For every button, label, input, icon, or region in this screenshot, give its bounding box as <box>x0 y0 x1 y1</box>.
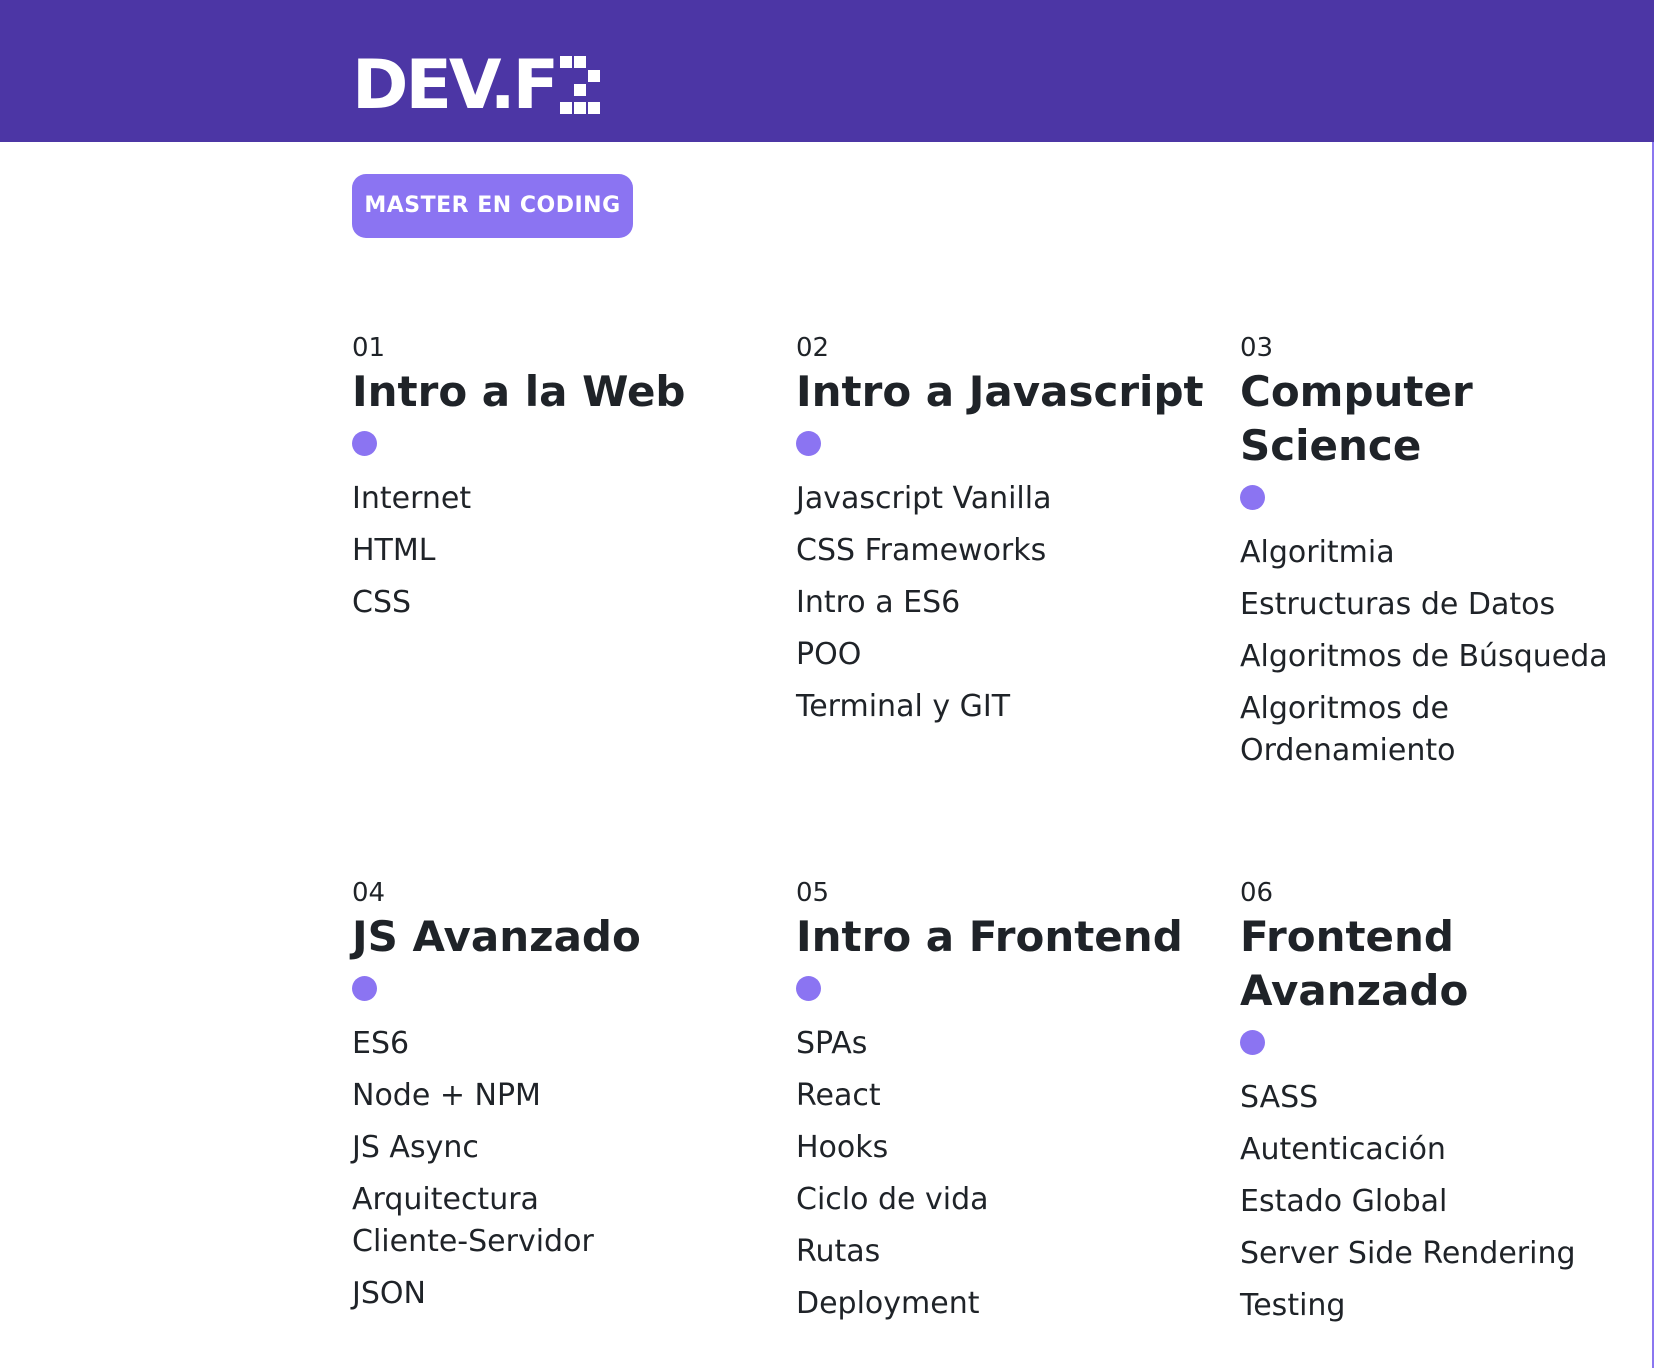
module-card-06: 06 Frontend Avanzado SASS Autenticación … <box>1240 878 1600 1337</box>
topic-item: JS Async <box>352 1130 479 1165</box>
topic-item: Algoritmos de Búsqueda <box>1240 639 1608 674</box>
module-number: 06 <box>1240 878 1274 908</box>
topic-item: Estructuras de Datos <box>1240 587 1556 622</box>
module-title: JS Avanzado <box>352 912 641 961</box>
module-card-04: 04 JS Avanzado ES6 Node + NPM JS Async A… <box>352 878 692 1325</box>
topic-item: SASS <box>1240 1080 1319 1115</box>
module-title: Computer Science <box>1240 367 1473 470</box>
bullet-dot-icon <box>1240 1030 1265 1055</box>
module-title: Intro a Javascript <box>796 367 1204 416</box>
topic-item: Node + NPM <box>352 1078 541 1113</box>
topic-item: CSS <box>352 585 412 620</box>
bullet-dot-icon <box>796 976 821 1001</box>
topic-item: Autenticación <box>1240 1132 1446 1167</box>
topic-item: Algoritmos de Ordenamiento <box>1240 691 1456 768</box>
module-card-03: 03 Computer Science Algoritmia Estructur… <box>1240 333 1640 782</box>
module-title: Intro a Frontend <box>796 912 1183 961</box>
module-title: Frontend Avanzado <box>1240 912 1469 1015</box>
topic-item: POO <box>796 637 862 672</box>
top-header: DEV.F <box>0 0 1654 142</box>
master-en-coding-badge[interactable]: MASTER EN CODING <box>352 174 633 238</box>
module-card-05: 05 Intro a Frontend SPAs React Hooks Cic… <box>796 878 1236 1335</box>
topic-item: Terminal y GIT <box>796 689 1011 724</box>
module-number: 02 <box>796 333 830 363</box>
topic-item: Javascript Vanilla <box>796 481 1052 516</box>
topic-item: Ciclo de vida <box>796 1182 989 1217</box>
topic-list: Internet HTML CSS <box>352 478 792 624</box>
topic-item: Arquitectura Cliente-Servidor <box>352 1182 594 1259</box>
topic-item: Internet <box>352 481 472 516</box>
topic-item: Server Side Rendering <box>1240 1236 1576 1271</box>
topic-list: ES6 Node + NPM JS Async Arquitectura Cli… <box>352 1023 692 1315</box>
topic-item: HTML <box>352 533 436 568</box>
logo-dots-icon <box>560 56 601 116</box>
topic-item: SPAs <box>796 1026 868 1061</box>
topic-list: SASS Autenticación Estado Global Server … <box>1240 1077 1600 1327</box>
topic-list: Javascript Vanilla CSS Frameworks Intro … <box>796 478 1236 728</box>
topic-item: Deployment <box>796 1286 980 1321</box>
topic-item: Intro a ES6 <box>796 585 961 620</box>
module-number: 01 <box>352 333 386 363</box>
topic-item: Algoritmia <box>1240 535 1395 570</box>
topic-item: React <box>796 1078 881 1113</box>
logo-text: DEV.F <box>352 46 559 125</box>
module-card-02: 02 Intro a Javascript Javascript Vanilla… <box>796 333 1236 738</box>
bullet-dot-icon <box>352 431 377 456</box>
topic-item: ES6 <box>352 1026 410 1061</box>
page: DEV.F MASTER EN CODING 01 Intro a la Web… <box>0 0 1654 1368</box>
topic-item: Testing <box>1240 1288 1346 1323</box>
bullet-dot-icon <box>796 431 821 456</box>
bullet-dot-icon <box>352 976 377 1001</box>
module-card-01: 01 Intro a la Web Internet HTML CSS <box>352 333 792 634</box>
topic-item: Hooks <box>796 1130 889 1165</box>
topic-item: Estado Global <box>1240 1184 1448 1219</box>
module-number: 04 <box>352 878 386 908</box>
topic-list: SPAs React Hooks Ciclo de vida Rutas Dep… <box>796 1023 1236 1325</box>
module-number: 03 <box>1240 333 1274 363</box>
devf-logo[interactable]: DEV.F <box>352 46 601 125</box>
bullet-dot-icon <box>1240 485 1265 510</box>
module-title: Intro a la Web <box>352 367 686 416</box>
topic-item: Rutas <box>796 1234 881 1269</box>
topic-list: Algoritmia Estructuras de Datos Algoritm… <box>1240 532 1640 772</box>
module-number: 05 <box>796 878 830 908</box>
topic-item: JSON <box>352 1276 426 1311</box>
topic-item: CSS Frameworks <box>796 533 1047 568</box>
